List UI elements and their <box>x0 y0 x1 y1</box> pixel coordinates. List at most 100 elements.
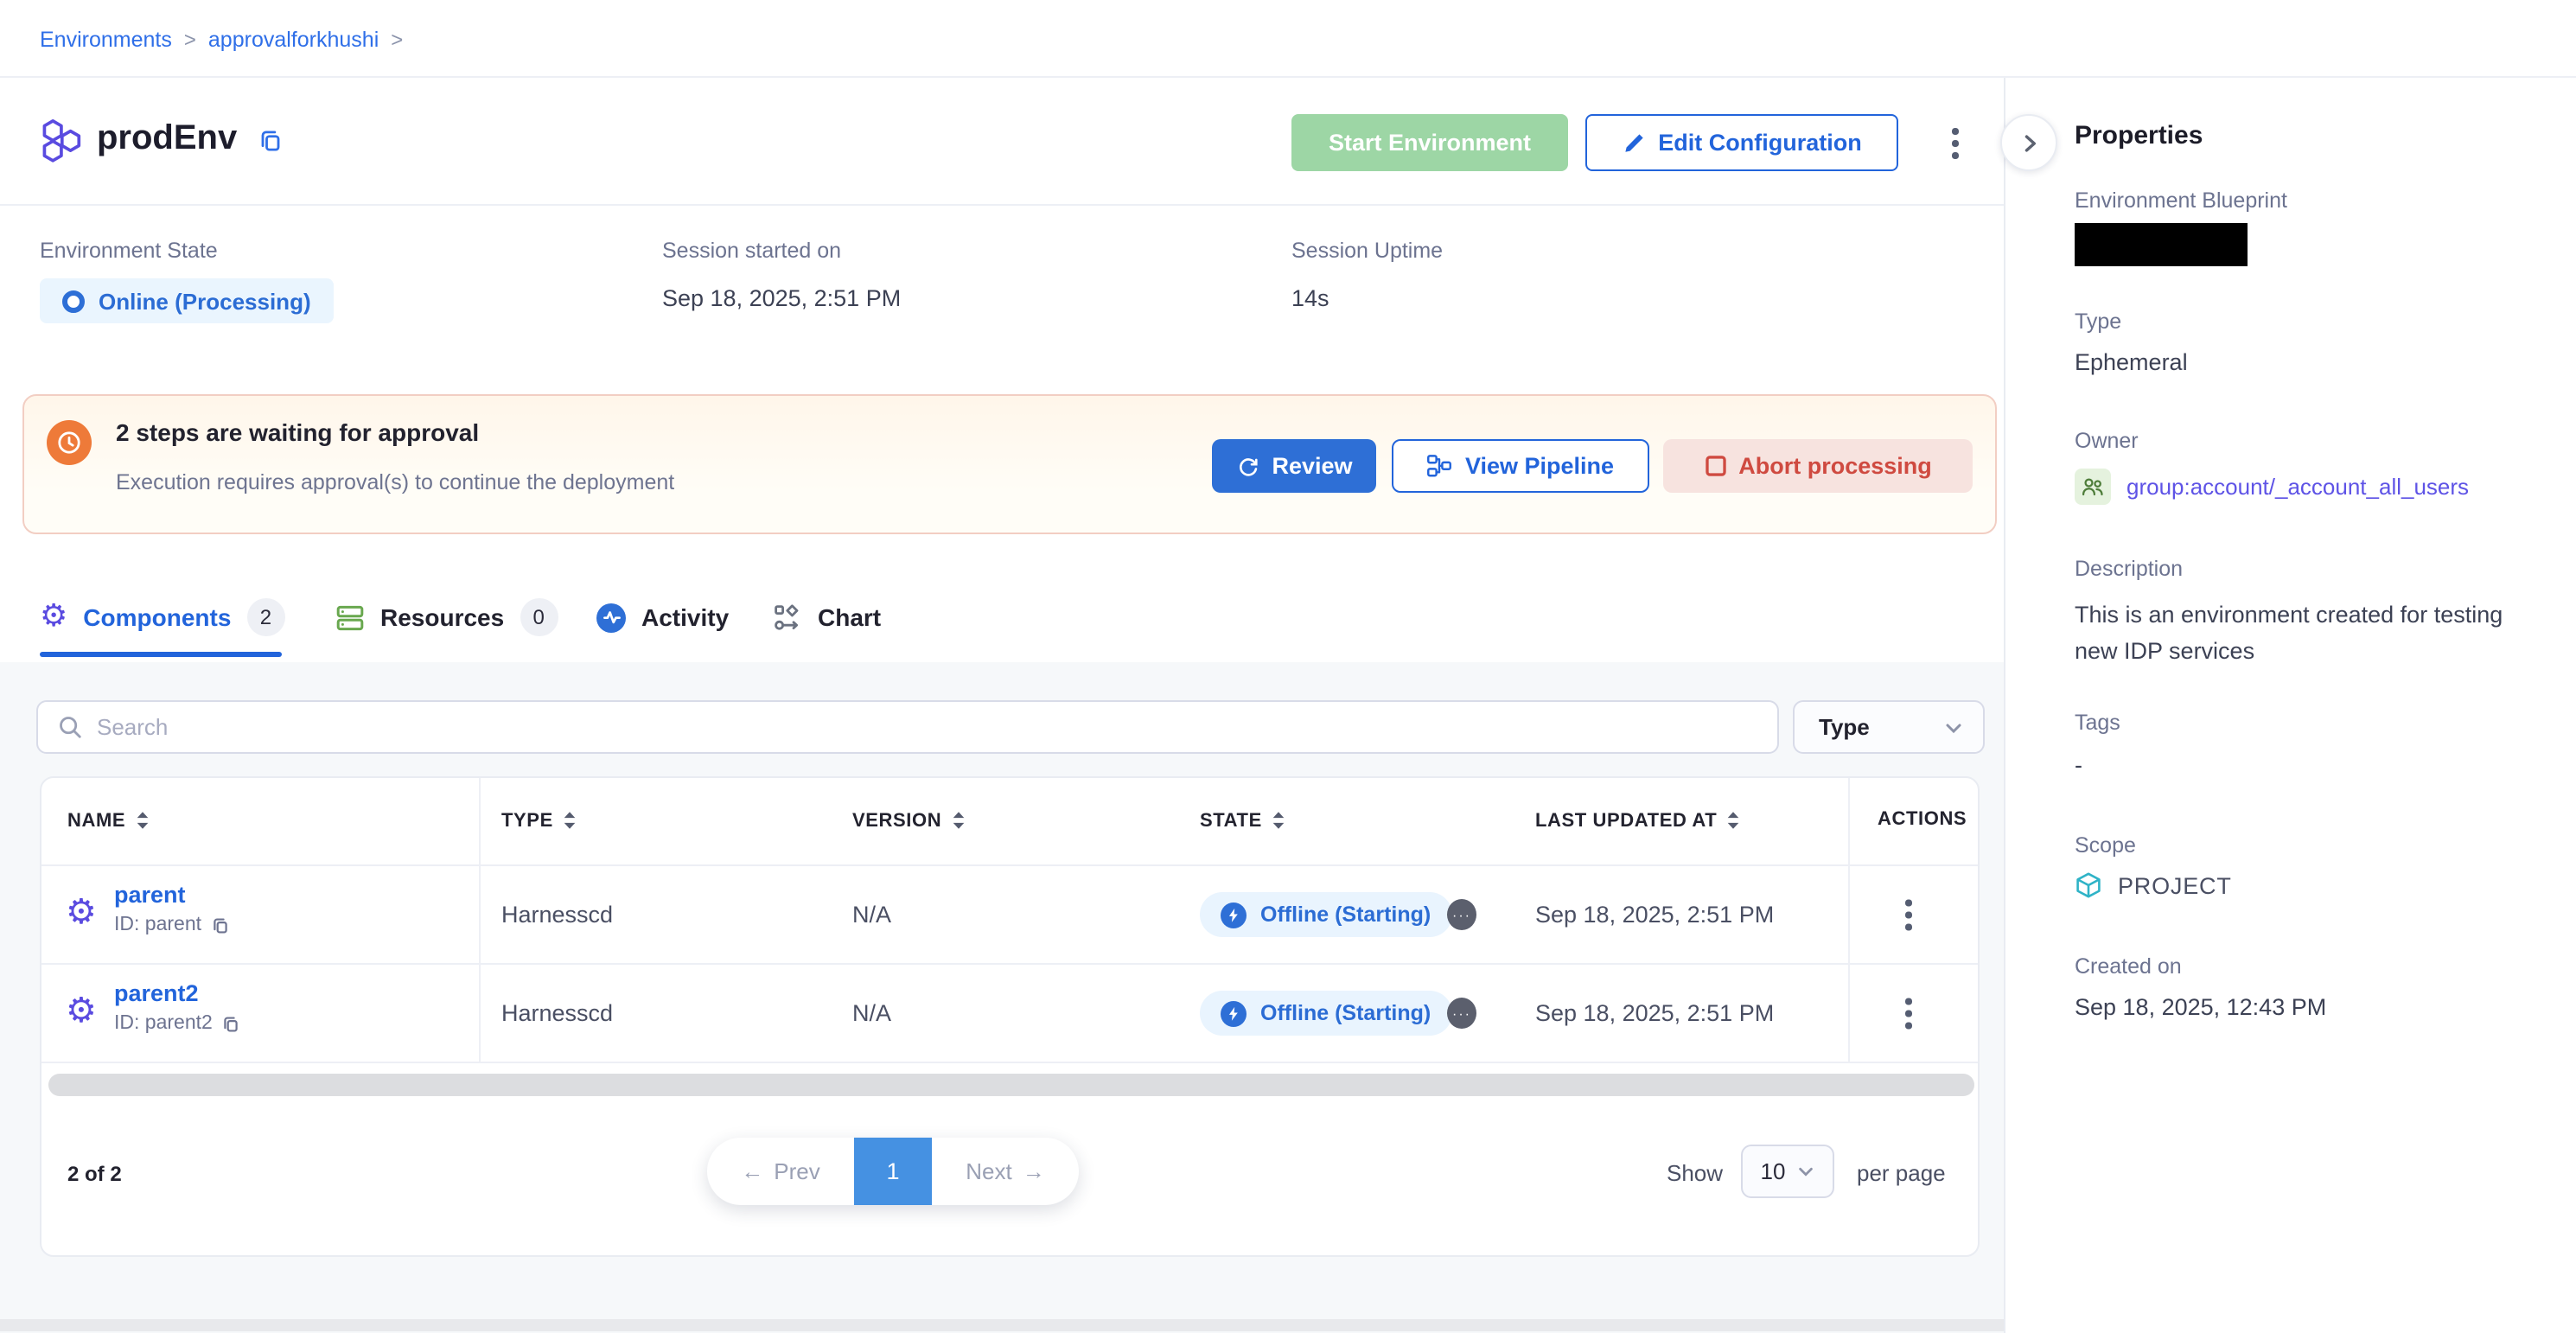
search-input[interactable] <box>97 714 1758 740</box>
next-page-button[interactable]: Next → <box>932 1158 1079 1184</box>
created-on-value: Sep 18, 2025, 12:43 PM <box>2075 994 2326 1020</box>
type-value: Ephemeral <box>2075 349 2188 375</box>
component-version: N/A <box>852 902 891 928</box>
column-header-actions: ACTIONS <box>1878 809 1967 830</box>
column-header-version[interactable]: VERSION <box>852 809 966 832</box>
tab-bar: ⚙ Components 2 Resources 0 <box>0 591 2004 660</box>
owner-value-link[interactable]: group:account/_account_all_users <box>2126 474 2469 500</box>
sort-icon <box>562 809 577 832</box>
session-uptime-value: 14s <box>1291 285 1329 311</box>
current-page-button[interactable]: 1 <box>854 1138 932 1205</box>
tags-value: - <box>2075 752 2082 778</box>
component-state-badge: Offline (Starting) <box>1200 892 1451 937</box>
pipeline-icon <box>1427 453 1453 479</box>
breadcrumb: Environments > approvalforkhushi > <box>40 0 403 78</box>
view-pipeline-button[interactable]: View Pipeline <box>1392 439 1649 493</box>
active-tab-underline <box>40 652 282 657</box>
component-id: ID: parent <box>114 915 229 935</box>
properties-title: Properties <box>2075 121 2203 150</box>
breadcrumb-separator-icon: > <box>391 27 403 51</box>
environment-state-badge: Online (Processing) <box>40 278 334 323</box>
prev-page-button[interactable]: ← Prev <box>707 1158 854 1184</box>
top-bar: Environments > approvalforkhushi > <box>0 0 2576 78</box>
copy-name-icon[interactable] <box>258 128 284 154</box>
pagination-summary: 2 of 2 <box>67 1162 122 1186</box>
collapse-panel-button[interactable] <box>2000 114 2057 171</box>
column-header-name[interactable]: NAME <box>67 809 150 832</box>
state-more-icon[interactable]: ··· <box>1447 899 1476 930</box>
column-header-last-updated[interactable]: LAST UPDATED AT <box>1535 809 1741 832</box>
scope-label: Scope <box>2075 833 2136 858</box>
sort-icon <box>1725 809 1741 832</box>
breadcrumb-approvalforkhushi[interactable]: approvalforkhushi <box>208 27 379 51</box>
resources-servers-icon <box>335 603 365 632</box>
column-header-state[interactable]: STATE <box>1200 809 1286 832</box>
environment-header: prodEnv Start Environment Edit Configura… <box>0 78 2004 206</box>
lightning-icon <box>1221 902 1247 928</box>
component-name-link[interactable]: parent2 <box>114 980 240 1006</box>
table-row: ⚙ parent2 ID: parent2 Harnesscd N/A <box>41 965 1978 1063</box>
state-more-icon[interactable]: ··· <box>1447 998 1476 1029</box>
tab-components[interactable]: ⚙ Components 2 <box>40 591 284 643</box>
chevron-down-icon <box>1795 1162 1814 1181</box>
sync-icon <box>1235 454 1259 478</box>
component-type: Harnesscd <box>501 1000 613 1026</box>
component-gear-icon: ⚙ <box>66 994 97 1025</box>
type-label: Type <box>2075 309 2121 334</box>
tab-chart[interactable]: Chart <box>773 591 881 643</box>
activity-pulse-icon <box>596 603 626 632</box>
pencil-icon <box>1622 131 1646 155</box>
pagination-pill: ← Prev 1 Next → <box>707 1138 1079 1205</box>
component-last-updated: Sep 18, 2025, 2:51 PM <box>1535 1000 1774 1026</box>
components-table-card: NAME TYPE VERSION STATE LAST UPDATED AT <box>40 776 1980 1257</box>
tab-activity[interactable]: Activity <box>596 591 729 643</box>
main-content: prodEnv Start Environment Edit Configura… <box>0 78 2004 1333</box>
copy-id-icon[interactable] <box>210 915 229 934</box>
blueprint-value-redacted <box>2075 223 2248 266</box>
chevron-down-icon <box>1943 717 1964 737</box>
environment-state-label: Environment State <box>40 239 218 263</box>
copy-id-icon[interactable] <box>221 1014 240 1033</box>
chart-flow-icon <box>773 603 802 632</box>
edit-configuration-button[interactable]: Edit Configuration <box>1585 114 1898 171</box>
type-filter-dropdown[interactable]: Type <box>1793 700 1985 754</box>
table-header-row: NAME TYPE VERSION STATE LAST UPDATED AT <box>41 778 1978 866</box>
resources-count-badge: 0 <box>520 598 558 636</box>
components-gear-icon: ⚙ <box>40 602 67 633</box>
page-horizontal-scrollbar[interactable] <box>0 1319 2004 1331</box>
page-size-dropdown[interactable]: 10 <box>1741 1145 1834 1198</box>
table-horizontal-scrollbar[interactable] <box>48 1074 1974 1096</box>
per-page-label: per page <box>1857 1160 1946 1186</box>
components-count-badge: 2 <box>246 598 284 636</box>
chevron-right-icon <box>2017 131 2041 155</box>
review-button[interactable]: Review <box>1212 439 1376 493</box>
breadcrumb-environments[interactable]: Environments <box>40 27 172 51</box>
component-state-badge: Offline (Starting) <box>1200 991 1451 1036</box>
blueprint-label: Environment Blueprint <box>2075 188 2287 213</box>
component-name-link[interactable]: parent <box>114 882 229 908</box>
header-more-menu-icon[interactable] <box>1942 124 1968 162</box>
online-status-icon <box>62 290 85 312</box>
owner-label: Owner <box>2075 429 2139 453</box>
page-title: prodEnv <box>97 119 237 159</box>
tags-label: Tags <box>2075 711 2120 735</box>
start-environment-button[interactable]: Start Environment <box>1291 114 1568 171</box>
row-actions-menu-icon[interactable] <box>1895 995 1922 1032</box>
description-label: Description <box>2075 557 2183 581</box>
session-uptime-label: Session Uptime <box>1291 239 1443 263</box>
scope-value: PROJECT <box>2118 872 2232 898</box>
tab-resources[interactable]: Resources 0 <box>335 591 558 643</box>
search-icon <box>57 714 83 740</box>
environment-details-page: Environments > approvalforkhushi > prodE… <box>0 0 2576 1333</box>
component-type: Harnesscd <box>501 902 613 928</box>
arrow-right-icon: → <box>1023 1158 1045 1184</box>
column-header-type[interactable]: TYPE <box>501 809 577 832</box>
component-last-updated: Sep 18, 2025, 2:51 PM <box>1535 902 1774 928</box>
row-actions-menu-icon[interactable] <box>1895 896 1922 934</box>
search-box <box>36 700 1779 754</box>
session-started-value: Sep 18, 2025, 2:51 PM <box>662 285 901 311</box>
approval-banner-subtitle: Execution requires approval(s) to contin… <box>116 470 674 494</box>
session-started-label: Session started on <box>662 239 841 263</box>
stop-square-icon <box>1704 455 1726 477</box>
abort-processing-button[interactable]: Abort processing <box>1663 439 1973 493</box>
